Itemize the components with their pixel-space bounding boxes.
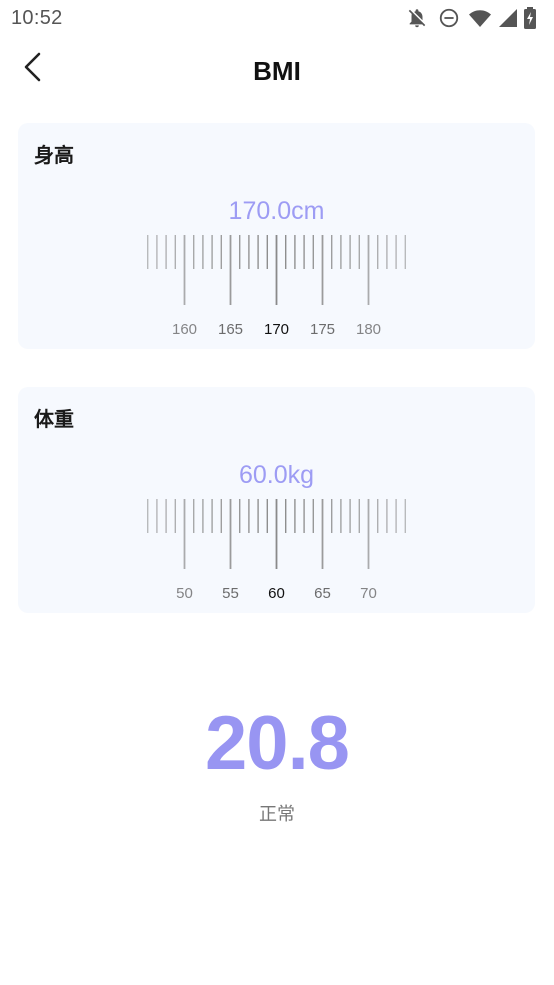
weight-label: 50 — [176, 585, 193, 602]
signal-icon — [499, 9, 517, 27]
battery-charging-icon — [524, 7, 536, 29]
weight-value: 60.0kg — [238, 461, 315, 489]
page-title: BMI — [253, 56, 301, 86]
do-not-disturb-icon — [439, 8, 459, 28]
height-label: 175 — [310, 321, 335, 338]
weight-ruler[interactable]: 50 55 60 65 70 — [18, 487, 535, 607]
height-card: 身高 170.0cm 160 165 170 175 180 — [18, 123, 535, 349]
status-icons — [406, 7, 546, 29]
weight-label: 60 — [268, 585, 285, 602]
weight-label: 65 — [314, 585, 331, 602]
weight-title: 体重 — [34, 409, 74, 431]
notifications-off-icon — [408, 9, 426, 28]
bmi-status: 正常 — [259, 804, 295, 824]
bmi-value: 20.8 — [205, 701, 350, 786]
weight-card: 体重 60.0kg 50 55 60 65 70 — [18, 387, 535, 613]
height-label: 180 — [356, 321, 381, 338]
status-time: 10:52 — [11, 7, 63, 29]
status-bar: 10:52 — [0, 0, 554, 38]
height-ruler[interactable]: 160 165 170 175 180 — [18, 223, 535, 343]
height-label: 170 — [264, 321, 289, 338]
height-title: 身高 — [34, 145, 74, 167]
nav-bar: BMI — [0, 40, 554, 102]
height-label: 160 — [172, 321, 197, 338]
wifi-icon — [469, 10, 491, 27]
weight-label: 55 — [222, 585, 239, 602]
weight-label: 70 — [360, 585, 377, 602]
height-value: 170.0cm — [228, 197, 325, 225]
height-label: 165 — [218, 321, 243, 338]
